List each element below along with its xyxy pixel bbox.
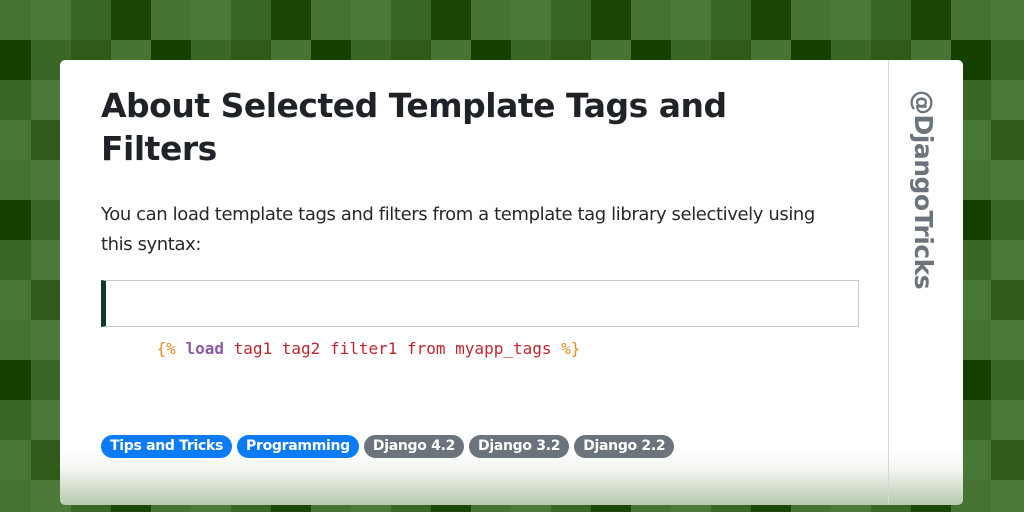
- background-cell: [991, 240, 1024, 280]
- background-cell: [71, 0, 111, 40]
- background-cell: [0, 280, 31, 320]
- background-cell: [0, 200, 31, 240]
- post-card: About Selected Template Tags and Filters…: [60, 60, 963, 505]
- background-cell: [991, 440, 1024, 480]
- background-cell: [0, 240, 31, 280]
- tag-django-4-2[interactable]: Django 4.2: [363, 435, 465, 458]
- background-cell: [871, 0, 911, 40]
- background-cell: [991, 200, 1024, 240]
- background-cell: [831, 0, 871, 40]
- tag-programming[interactable]: Programming: [237, 435, 359, 458]
- brand-handle: @DjangoTricks: [908, 90, 948, 310]
- background-cell: [551, 0, 591, 40]
- background-cell: [991, 360, 1024, 400]
- background-cell: [231, 0, 271, 40]
- code-block: {% load tag1 tag2 filter1 from myapp_tag…: [101, 280, 859, 358]
- tag-tips-and-tricks[interactable]: Tips and Tricks: [101, 435, 233, 458]
- background-cell: [991, 120, 1024, 160]
- background-cell: [791, 0, 831, 40]
- background-cell: [151, 0, 191, 40]
- background-cell: [991, 0, 1024, 40]
- background-cell: [751, 0, 791, 40]
- background-cell: [0, 320, 31, 360]
- background-cell: [0, 120, 31, 160]
- code-token-delim-open: {%: [156, 339, 176, 358]
- sidebar-divider: [888, 60, 889, 505]
- background-cell: [991, 40, 1024, 80]
- background-cell: [311, 0, 351, 40]
- background-cell: [991, 400, 1024, 440]
- background-cell: [991, 160, 1024, 200]
- background-cell: [991, 320, 1024, 360]
- background-cell: [271, 0, 311, 40]
- background-cell: [0, 40, 31, 80]
- tag-django-3-2[interactable]: Django 3.2: [469, 435, 570, 458]
- background-cell: [111, 0, 151, 40]
- background-cell: [191, 0, 231, 40]
- background-cell: [391, 0, 431, 40]
- background-cell: [0, 80, 31, 120]
- background-cell: [351, 0, 391, 40]
- background-cell: [591, 0, 631, 40]
- background-cell: [711, 0, 751, 40]
- background-cell: [631, 0, 671, 40]
- background-cell: [431, 0, 471, 40]
- code-token-args: tag1 tag2 filter1 from myapp_tags: [233, 339, 552, 358]
- background-cell: [511, 0, 551, 40]
- code-token-delim-close: %}: [561, 339, 581, 358]
- tag-list: Tips and Tricks Programming Django 4.2 D…: [101, 435, 675, 458]
- background-cell: [471, 0, 511, 40]
- background-cell: [0, 400, 31, 440]
- background-cell: [671, 0, 711, 40]
- background-cell: [0, 0, 31, 40]
- post-description: You can load template tags and filters f…: [101, 204, 815, 255]
- background-cell: [0, 160, 31, 200]
- tag-django-2-2[interactable]: Django 2.2: [574, 435, 675, 458]
- background-cell: [31, 0, 71, 40]
- background-cell: [951, 0, 991, 40]
- brand-handle-text: @DjangoTricks: [909, 90, 938, 290]
- background-cell: [0, 440, 31, 480]
- background-cell: [991, 480, 1024, 512]
- code-token-keyword: load: [185, 339, 224, 358]
- post-title: About Selected Template Tags and Filters: [101, 86, 727, 168]
- background-cell: [0, 480, 31, 512]
- background-cell: [911, 0, 951, 40]
- background-cell: [991, 280, 1024, 320]
- background-cell: [0, 360, 31, 400]
- background-cell: [991, 80, 1024, 120]
